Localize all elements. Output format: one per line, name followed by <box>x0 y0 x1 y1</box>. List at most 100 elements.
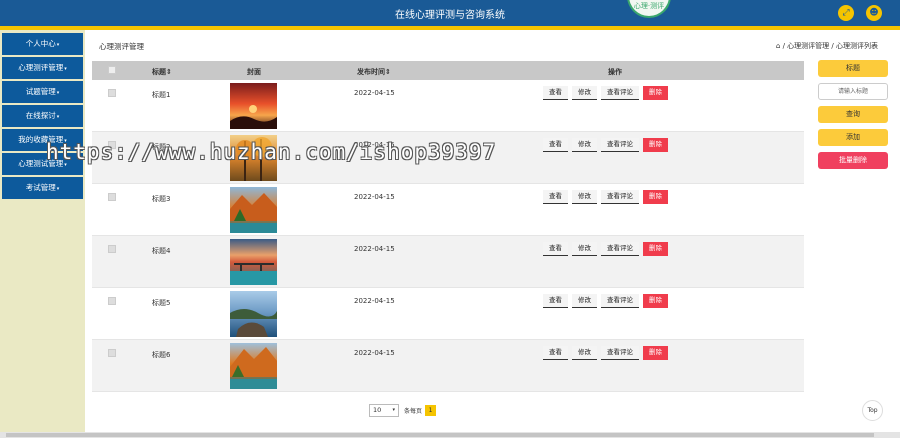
search-panel: 标题 请输入标题 查询 添加 批量删除 <box>818 60 888 175</box>
chevron-down-icon: ▾ <box>392 407 395 413</box>
sidebar-item-exams[interactable]: 考试管理▾ <box>2 177 83 199</box>
sidebar-item-discussion[interactable]: 在线探讨▾ <box>2 105 83 127</box>
header-date[interactable]: 发布时间⇕ <box>357 67 391 77</box>
view-button[interactable]: 查看 <box>543 190 568 204</box>
row-actions: 查看 修改 查看评论 删除 <box>543 138 672 152</box>
table-row: 标题1 2022-04-15 查看 修改 查看评论 删除 <box>92 80 804 132</box>
page-size-value: 10 <box>373 406 382 414</box>
row-actions: 查看 修改 查看评论 删除 <box>543 86 672 100</box>
title-search-input[interactable]: 请输入标题 <box>818 83 888 100</box>
row-checkbox[interactable] <box>108 193 116 201</box>
row-title: 标题5 <box>152 299 171 307</box>
sidebar-item-label: 心理测评管理 <box>18 63 64 72</box>
view-comments-button[interactable]: 查看评论 <box>601 294 639 308</box>
row-checkbox[interactable] <box>108 89 116 97</box>
sidebar-item-label: 考试管理 <box>25 183 56 192</box>
scrollbar-thumb[interactable] <box>6 433 874 437</box>
edit-button[interactable]: 修改 <box>572 190 597 204</box>
edit-button[interactable]: 修改 <box>572 86 597 100</box>
pagination: ▾ 10 条每页 1 <box>369 404 437 417</box>
row-title: 标题4 <box>152 247 171 255</box>
delete-button[interactable]: 删除 <box>643 86 668 100</box>
per-page-label: 条每页 <box>404 408 423 415</box>
table-header: 标题⇕ 封面 发布时间⇕ 操作 <box>92 61 804 80</box>
row-title: 标题3 <box>152 195 171 203</box>
home-icon[interactable]: ⌂ <box>776 42 780 50</box>
sidebar-item-assessment[interactable]: 心理测评管理▾ <box>2 57 83 79</box>
row-date: 2022-04-15 <box>354 89 395 97</box>
search-button[interactable]: 查询 <box>818 106 888 123</box>
row-title: 标题1 <box>152 91 171 99</box>
sidebar-menu: 个人中心▾ 心理测评管理▾ 试题管理▾ 在线探讨▾ 我的收藏管理▾ 心理测试管理… <box>0 33 85 199</box>
row-title: 标题6 <box>152 351 171 359</box>
chevron-down-icon: ▾ <box>56 114 60 120</box>
row-checkbox[interactable] <box>108 349 116 357</box>
chevron-down-icon: ▾ <box>64 66 67 72</box>
view-button[interactable]: 查看 <box>543 346 568 360</box>
view-comments-button[interactable]: 查看评论 <box>601 86 639 100</box>
delete-button[interactable]: 删除 <box>643 138 668 152</box>
batch-delete-button[interactable]: 批量删除 <box>818 152 888 169</box>
horizontal-scrollbar[interactable] <box>0 432 900 438</box>
view-button[interactable]: 查看 <box>543 242 568 256</box>
table-row: 标题3 2022-04-15 查看 修改 查看评论 删除 <box>92 184 804 236</box>
cover-image <box>230 291 277 337</box>
title-field-label: 标题 <box>818 60 888 77</box>
row-actions: 查看 修改 查看评论 删除 <box>543 242 672 256</box>
table-row: 标题5 2022-04-15 查看 修改 查看评论 删除 <box>92 288 804 340</box>
row-date: 2022-04-15 <box>354 349 395 357</box>
row-actions: 查看 修改 查看评论 删除 <box>543 190 672 204</box>
edit-button[interactable]: 修改 <box>572 346 597 360</box>
page-number-button[interactable]: 1 <box>425 405 437 416</box>
app-title: 在线心理评测与咨询系统 <box>395 10 505 21</box>
sidebar: 个人中心▾ 心理测评管理▾ 试题管理▾ 在线探讨▾ 我的收藏管理▾ 心理测试管理… <box>0 30 85 432</box>
row-checkbox[interactable] <box>108 245 116 253</box>
breadcrumb-path: / 心理测评管理 / 心理测评列表 <box>782 42 878 50</box>
breadcrumb: ⌂ / 心理测评管理 / 心理测评列表 <box>776 41 878 51</box>
cover-image <box>230 343 277 389</box>
watermark: https://www.huzhan.com/ishop39397 <box>46 140 497 164</box>
view-button[interactable]: 查看 <box>543 86 568 100</box>
row-checkbox[interactable] <box>108 297 116 305</box>
add-button[interactable]: 添加 <box>818 129 888 146</box>
delete-button[interactable]: 删除 <box>643 346 668 360</box>
header-title[interactable]: 标题⇕ <box>152 67 172 77</box>
page-title: 心理测评管理 <box>99 42 144 51</box>
view-comments-button[interactable]: 查看评论 <box>601 242 639 256</box>
back-to-top-button[interactable]: Top <box>862 400 883 421</box>
view-comments-button[interactable]: 查看评论 <box>601 346 639 360</box>
edit-button[interactable]: 修改 <box>572 294 597 308</box>
logo-text: 心理·测评 <box>633 2 665 10</box>
cover-image <box>230 83 277 129</box>
edit-button[interactable]: 修改 <box>572 138 597 152</box>
row-actions: 查看 修改 查看评论 删除 <box>543 346 672 360</box>
row-date: 2022-04-15 <box>354 193 395 201</box>
top-bar: 在线心理评测与咨询系统 心理·测评 ⤢ ☻ <box>0 0 900 26</box>
edit-button[interactable]: 修改 <box>572 242 597 256</box>
view-comments-button[interactable]: 查看评论 <box>601 190 639 204</box>
chevron-down-icon: ▾ <box>56 90 60 96</box>
delete-button[interactable]: 删除 <box>643 190 668 204</box>
view-button[interactable]: 查看 <box>543 138 568 152</box>
row-actions: 查看 修改 查看评论 删除 <box>543 294 672 308</box>
sidebar-item-label: 试题管理 <box>25 87 56 96</box>
cover-image <box>230 239 277 285</box>
view-button[interactable]: 查看 <box>543 294 568 308</box>
expand-icon[interactable]: ⤢ <box>838 5 854 21</box>
delete-button[interactable]: 删除 <box>643 294 668 308</box>
view-comments-button[interactable]: 查看评论 <box>601 138 639 152</box>
sidebar-item-label: 在线探讨 <box>25 111 56 120</box>
table-row: 标题4 2022-04-15 查看 修改 查看评论 删除 <box>92 236 804 288</box>
user-icon[interactable]: ☻ <box>866 5 882 21</box>
select-all-checkbox[interactable] <box>108 66 116 74</box>
page-size-select[interactable]: ▾ 10 <box>369 404 399 417</box>
delete-button[interactable]: 删除 <box>643 242 668 256</box>
header-cover: 封面 <box>247 68 261 76</box>
sidebar-item-personal-center[interactable]: 个人中心▾ <box>2 33 83 55</box>
sidebar-item-label: 个人中心 <box>25 39 56 48</box>
header-ops: 操作 <box>608 68 622 76</box>
chevron-down-icon: ▾ <box>56 186 60 192</box>
cover-image <box>230 187 277 233</box>
sidebar-item-questions[interactable]: 试题管理▾ <box>2 81 83 103</box>
data-table: 标题⇕ 封面 发布时间⇕ 操作 标题1 2022-04-15 查看 修改 查看评论删… <box>92 61 804 392</box>
